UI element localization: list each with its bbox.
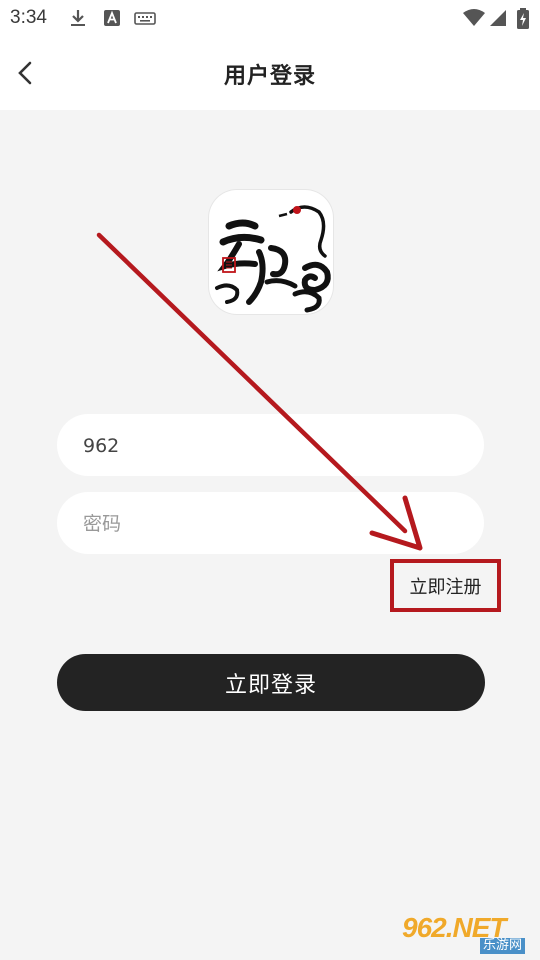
signal-icon — [488, 8, 508, 28]
login-label: 立即登录 — [224, 672, 317, 698]
status-time: 3:34 — [10, 7, 47, 28]
wifi-icon — [462, 8, 486, 28]
username-field[interactable] — [57, 414, 484, 478]
login-button[interactable]: 立即登录 — [57, 654, 485, 711]
app-header: 用户登录 — [0, 36, 540, 110]
annotation-arrow — [96, 232, 423, 551]
watermark-sub: 乐游网 — [480, 938, 526, 954]
app-logo — [209, 190, 333, 314]
password-field[interactable] — [57, 492, 484, 556]
status-bar: 3:34 — [0, 0, 540, 36]
page-title: 用户登录 — [223, 64, 316, 89]
keyboard-icon — [134, 8, 156, 28]
watermark: 962.NET 乐游网 — [402, 912, 536, 956]
password-input[interactable] — [81, 492, 465, 556]
username-input[interactable] — [81, 414, 465, 478]
register-link[interactable]: 立即注册 — [390, 559, 501, 612]
register-label: 立即注册 — [409, 576, 482, 598]
download-icon — [68, 8, 88, 28]
a-icon — [102, 8, 122, 28]
battery-icon — [516, 8, 530, 29]
